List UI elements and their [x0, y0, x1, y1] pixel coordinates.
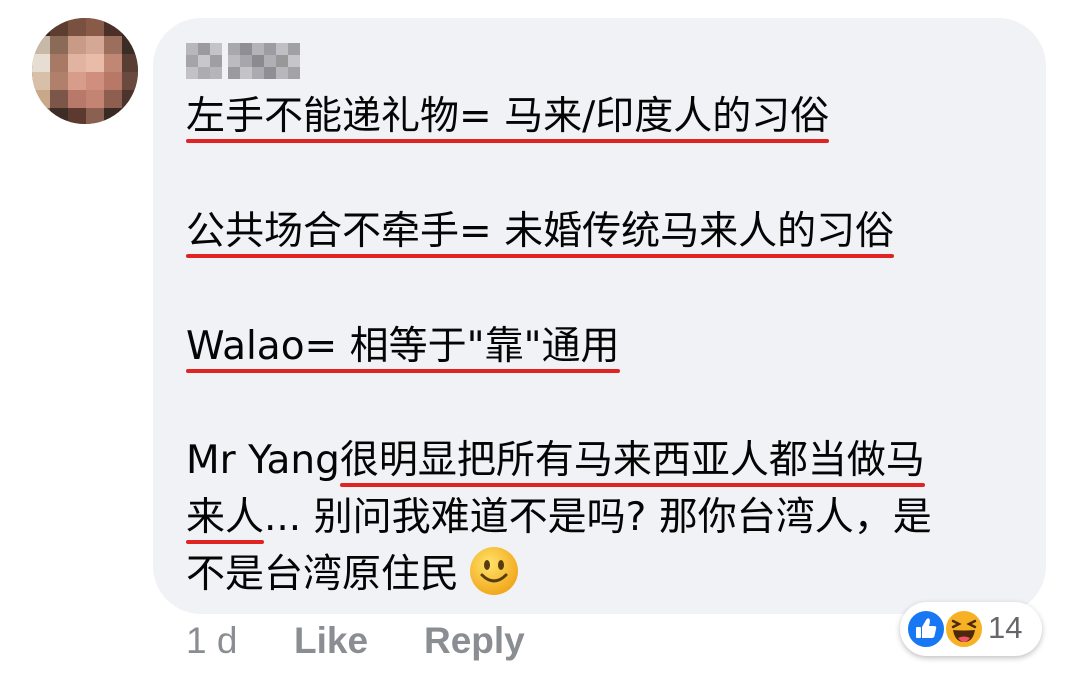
- plain-text: ... 别问我难道不是吗? 那你台湾人，是: [264, 495, 932, 540]
- comment-line-1: 左手不能递礼物= 马来/印度人的习俗: [186, 88, 830, 146]
- smile-emoji-icon: [469, 546, 519, 596]
- haha-icon: [944, 609, 984, 653]
- comment-footer: 1 d Like Reply: [186, 620, 525, 662]
- like-icon: [906, 609, 946, 653]
- like-button[interactable]: Like: [294, 620, 424, 662]
- plain-text: 不是台湾原住民: [186, 552, 460, 597]
- plain-text: Mr Yang: [186, 438, 340, 483]
- reaction-count: 14: [988, 610, 1023, 645]
- reactions-summary[interactable]: 14: [900, 602, 1042, 656]
- timestamp[interactable]: 1 d: [186, 620, 294, 662]
- comment-line-2: 公共场合不牵手= 未婚传统马来人的习俗: [186, 203, 895, 261]
- underlined-text: Walao= 相等于"靠"通用: [186, 318, 620, 376]
- underlined-text: 左手不能递礼物= 马来/印度人的习俗: [186, 88, 830, 146]
- comment-line-3: Walao= 相等于"靠"通用: [186, 318, 620, 376]
- comment-line-5: 来人... 别问我难道不是吗? 那你台湾人，是: [186, 489, 932, 547]
- underlined-text: 来人: [186, 489, 265, 547]
- underlined-text: 很明显把所有马来西亚人都当做马: [339, 432, 925, 490]
- avatar[interactable]: [32, 18, 138, 124]
- comment-line-6: 不是台湾原住民: [186, 546, 519, 604]
- author-name-redacted[interactable]: [186, 39, 300, 79]
- comment-line-4: Mr Yang很明显把所有马来西亚人都当做马: [186, 432, 925, 490]
- underlined-text: 公共场合不牵手= 未婚传统马来人的习俗: [186, 203, 895, 261]
- reply-button[interactable]: Reply: [424, 620, 525, 662]
